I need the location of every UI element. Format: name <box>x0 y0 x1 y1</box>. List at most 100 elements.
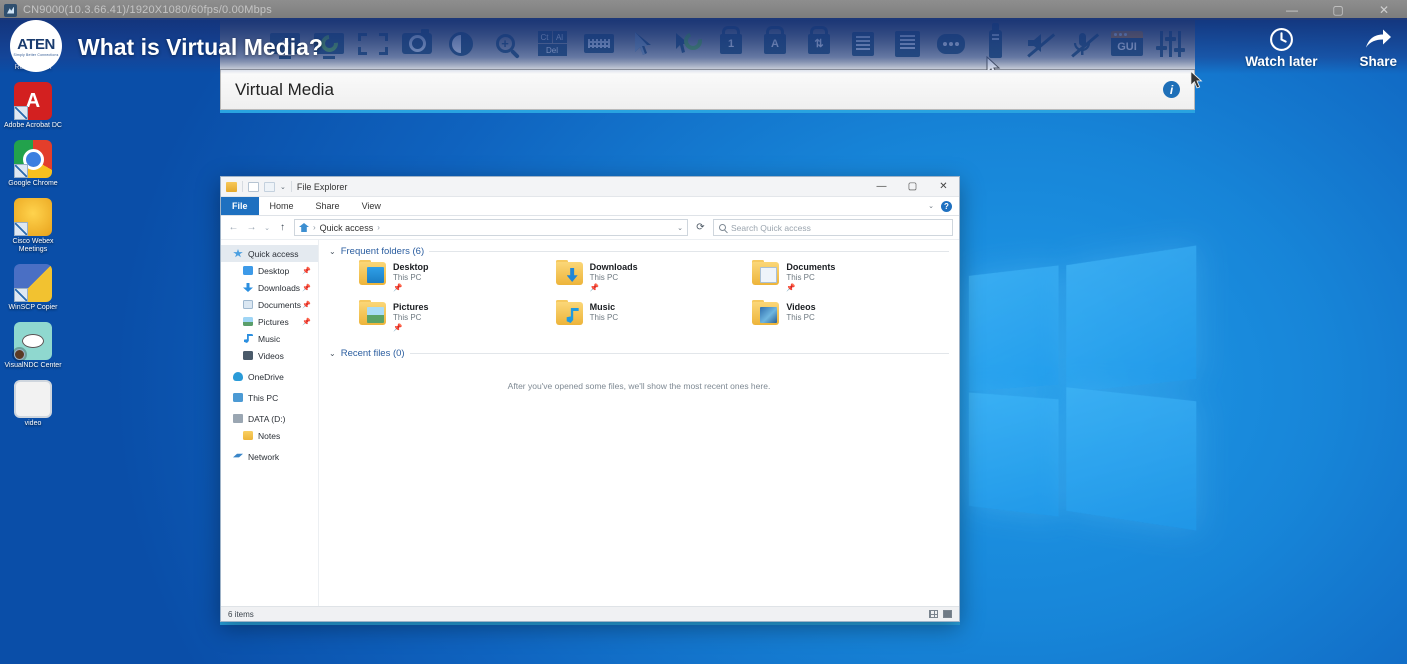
quick-access-home-icon <box>299 223 309 232</box>
share-button[interactable]: Share <box>1359 26 1397 69</box>
explorer-title-bar: ⌄ File Explorer — ▢ ✕ <box>221 177 959 197</box>
tab-share[interactable]: Share <box>305 197 351 215</box>
desktop-icon-label: Cisco Webex Meetings <box>12 238 54 253</box>
frequent-folders-header[interactable]: ⌄ Frequent folders (6) <box>329 246 949 257</box>
item-count: 6 items <box>228 609 254 619</box>
sidebar-item-label: Music <box>258 333 281 344</box>
folder-name: Videos <box>786 302 816 312</box>
info-icon[interactable]: i <box>1163 81 1180 98</box>
folder-item[interactable]: Desktop This PC 📌 <box>359 259 556 292</box>
sidebar-item-desktop[interactable]: Desktop 📌 <box>221 262 318 279</box>
explorer-maximize-button[interactable]: ▢ <box>897 177 928 197</box>
folder-item[interactable]: Videos This PC <box>752 299 949 332</box>
sidebar-item-data-drive[interactable]: DATA (D:) <box>221 410 318 427</box>
chevron-down-icon[interactable]: ⌄ <box>329 247 336 256</box>
browser-window-controls: — ▢ ✕ <box>1269 0 1407 20</box>
recent-files-empty-message: After you've opened some files, we'll sh… <box>507 381 771 391</box>
properties-quick-icon[interactable] <box>248 181 259 192</box>
large-icons-view-icon[interactable] <box>943 610 952 618</box>
aten-logo[interactable]: ATEN Simply Better Connections <box>10 20 62 72</box>
video-title[interactable]: What is Virtual Media? <box>78 34 323 61</box>
desktop-icon-viewer-center[interactable]: VisualNDC Center <box>0 322 66 370</box>
help-icon[interactable]: ? <box>941 200 952 212</box>
desktop-icon-video[interactable]: video <box>0 380 66 428</box>
frequent-folders-title: Frequent folders (6) <box>340 246 425 257</box>
folder-location: This PC <box>786 273 815 282</box>
refresh-button[interactable]: ⟳ <box>693 219 708 236</box>
aten-kvm-favicon <box>4 3 17 17</box>
sidebar-item-downloads[interactable]: Downloads 📌 <box>221 279 318 296</box>
address-bar[interactable]: › Quick access › ⌄ <box>294 219 688 236</box>
new-folder-quick-icon[interactable] <box>264 181 275 192</box>
folder-item[interactable]: Downloads This PC 📌 <box>555 259 753 292</box>
desktop-icon-google-chrome[interactable]: Google Chrome <box>0 140 66 188</box>
pin-icon: 📌 <box>302 318 311 326</box>
tab-file[interactable]: File <box>221 197 259 215</box>
chevron-down-icon[interactable]: ⌄ <box>329 349 336 358</box>
forward-button[interactable]: → <box>245 220 258 236</box>
recent-files-header[interactable]: ⌄ Recent files (0) <box>329 348 949 359</box>
desktop-icon-label: WinSCP Copier <box>8 304 58 311</box>
sidebar-item-label: Notes <box>258 430 281 441</box>
sidebar-item-quick-access[interactable]: Quick access <box>221 245 318 262</box>
sidebar-item-network[interactable]: Network <box>221 448 318 465</box>
cisco-webex-icon <box>14 198 52 236</box>
aten-logo-brand: ATEN <box>17 35 55 53</box>
sidebar-item-onedrive[interactable]: OneDrive <box>221 368 318 385</box>
minimize-button[interactable]: — <box>1269 0 1315 20</box>
folder-name: Downloads <box>589 262 638 272</box>
folder-icon-pictures <box>359 299 386 325</box>
folder-name: Pictures <box>393 302 429 312</box>
pin-icon: 📌 <box>393 323 403 332</box>
google-chrome-icon <box>14 140 52 178</box>
sidebar-item-music[interactable]: Music <box>221 330 318 347</box>
desktop-icon-list: Recycle Bin A Adobe Acrobat DC Google Ch… <box>0 24 66 438</box>
tab-view[interactable]: View <box>351 197 392 215</box>
divider <box>429 251 949 252</box>
up-button[interactable]: ↑ <box>276 220 289 236</box>
adobe-acrobat-icon: A <box>14 82 52 120</box>
explorer-minimize-button[interactable]: — <box>866 177 897 197</box>
sidebar-item-notes[interactable]: Notes <box>221 427 318 444</box>
folder-icon-desktop <box>359 259 386 285</box>
folder-name: Desktop <box>393 262 429 272</box>
sidebar-item-label: Documents <box>258 299 301 310</box>
chevron-down-icon[interactable]: ⌄ <box>280 183 286 191</box>
back-button[interactable]: ← <box>227 220 240 236</box>
recent-locations-icon[interactable]: ⌄ <box>263 220 271 236</box>
breadcrumb-quick-access[interactable]: Quick access <box>320 223 374 233</box>
details-view-icon[interactable] <box>929 610 938 618</box>
divider <box>290 181 292 192</box>
virtual-media-panel: Virtual Media i <box>220 70 1195 110</box>
desktop-icon-adobe-acrobat[interactable]: A Adobe Acrobat DC <box>0 82 66 130</box>
desktop-icon-cisco-webex[interactable]: Cisco Webex Meetings <box>0 198 66 254</box>
breadcrumb-separator-end: › <box>377 223 380 232</box>
folder-icon-videos <box>752 299 780 325</box>
watch-later-button[interactable]: Watch later <box>1245 26 1317 69</box>
search-placeholder: Search Quick access <box>731 222 811 233</box>
folder-item[interactable]: Pictures This PC 📌 <box>359 299 556 332</box>
desktop-icon-winscp[interactable]: WinSCP Copier <box>0 264 66 312</box>
address-dropdown-icon[interactable]: ⌄ <box>677 224 683 232</box>
sidebar-item-pictures[interactable]: Pictures 📌 <box>221 313 318 330</box>
folder-name: Documents <box>786 262 836 272</box>
explorer-title: File Explorer <box>296 181 348 192</box>
folder-item[interactable]: Music This PC <box>555 299 753 332</box>
search-icon <box>719 224 726 231</box>
explorer-close-button[interactable]: ✕ <box>928 177 959 197</box>
pin-icon: 📌 <box>786 283 796 292</box>
close-button[interactable]: ✕ <box>1361 0 1407 20</box>
explorer-status-bar: 6 items <box>221 606 959 621</box>
sidebar-item-documents[interactable]: Documents 📌 <box>221 296 318 313</box>
sidebar-item-videos[interactable]: Videos <box>221 347 318 364</box>
sidebar-item-label: Network <box>248 451 280 462</box>
explorer-navigation-pane: Quick access Desktop 📌 Downloads 📌 Docum… <box>221 240 319 606</box>
folder-location: This PC <box>589 273 619 282</box>
folder-item[interactable]: Documents This PC 📌 <box>752 259 949 292</box>
winscp-icon <box>14 264 52 302</box>
sidebar-item-this-pc[interactable]: This PC <box>221 389 318 406</box>
maximize-button[interactable]: ▢ <box>1315 0 1361 20</box>
tab-home[interactable]: Home <box>259 197 305 215</box>
search-box[interactable]: Search Quick access <box>713 219 953 236</box>
ribbon-collapse-icon[interactable]: ⌄ <box>928 202 934 210</box>
